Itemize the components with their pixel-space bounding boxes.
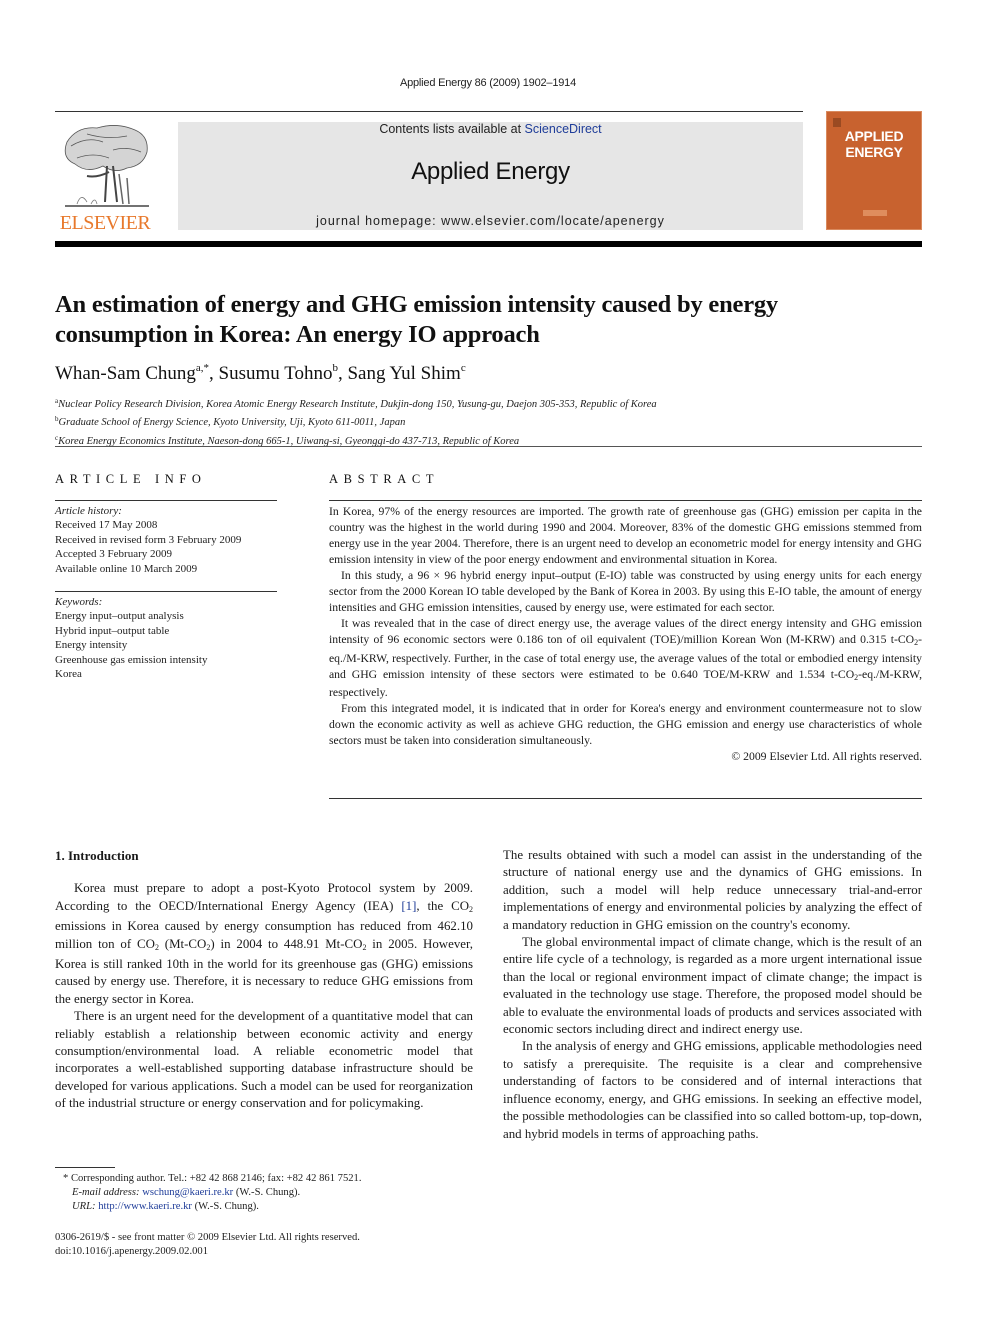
email-label: E-mail address: — [72, 1187, 143, 1199]
email-link[interactable]: wschung@kaeri.re.kr — [142, 1187, 233, 1198]
subscript: 2 — [469, 904, 474, 914]
author-name[interactable]: Sang Yul Shim — [347, 363, 460, 384]
body-paragraph: There is an urgent need for the developm… — [55, 1009, 473, 1111]
abstract-paragraph: From this integrated model, it is indica… — [329, 702, 922, 748]
author-name[interactable]: Whan-Sam Chung — [55, 363, 196, 384]
url-label: URL: — [72, 1201, 99, 1213]
article-title: An estimation of energy and GHG emission… — [55, 291, 778, 348]
email-suffix: (W.-S. Chung). — [233, 1187, 301, 1199]
article-info-divider — [55, 500, 277, 501]
cover-title-line1: APPLIED — [844, 128, 904, 144]
cover-elsevier-icon — [833, 118, 841, 127]
author-list: Whan-Sam Chunga,*, Susumu Tohnob, Sang Y… — [55, 362, 466, 385]
author-affil-mark[interactable]: a,* — [196, 362, 209, 374]
footnote-divider — [55, 1167, 115, 1168]
affiliation-divider — [55, 446, 922, 447]
text-run: (Mt-CO — [158, 936, 207, 951]
body-paragraph: In the analysis of energy and GHG emissi… — [503, 1039, 922, 1141]
history-item: Available online 10 March 2009 — [55, 562, 198, 575]
abstract-paragraph: In Korea, 97% of the energy resources ar… — [329, 505, 922, 566]
author-affil-mark[interactable]: c — [461, 362, 466, 374]
abstract-paragraph: It was revealed that in the case of dire… — [329, 616, 922, 702]
text-run: , the CO — [416, 898, 470, 913]
body-paragraph: Korea must prepare to adopt a post-Kyoto… — [55, 880, 473, 1008]
history-item: Accepted 3 February 2009 — [55, 548, 172, 561]
url-link[interactable]: http://www.kaeri.re.kr — [98, 1201, 192, 1212]
body-column-left: 1. Introduction Korea must prepare to ad… — [55, 847, 473, 1113]
body-paragraph: The results obtained with such a model c… — [503, 848, 922, 932]
journal-name: Applied Energy — [411, 158, 570, 185]
corresponding-author-note: * Corresponding author. Tel.: +82 42 868… — [63, 1173, 362, 1184]
keyword-item[interactable]: Energy input–output analysis — [55, 609, 207, 623]
history-item: Received in revised form 3 February 2009 — [55, 533, 242, 546]
journal-reference: Applied Energy 86 (2009) 1902–1914 — [399, 77, 577, 89]
abstract-copyright: © 2009 Elsevier Ltd. All rights reserved… — [731, 750, 922, 764]
author-name[interactable]: Susumu Tohno — [219, 363, 333, 384]
cover-title-line2: ENERGY — [845, 144, 903, 160]
keywords-label: Keywords: — [55, 596, 103, 608]
affiliation-text: Korea Energy Economics Institute, Naeson… — [58, 435, 520, 447]
text-run: ) in 2004 to 448.91 Mt-CO — [210, 936, 363, 951]
elsevier-tree-icon — [64, 125, 149, 207]
keywords-divider — [55, 591, 277, 592]
keyword-item[interactable]: Korea — [55, 667, 207, 681]
article-history-label: Article history: — [55, 505, 122, 517]
keyword-item[interactable]: Energy intensity — [55, 638, 207, 652]
url-note: URL: http://www.kaeri.re.kr (W.-S. Chung… — [55, 1200, 362, 1214]
contents-prefix: Contents lists available at — [379, 122, 525, 136]
keywords: Keywords: Energy input–output analysis H… — [55, 595, 207, 681]
masthead-divider — [55, 241, 922, 247]
affiliation-text: Graduate School of Energy Science, Kyoto… — [58, 417, 406, 429]
footnotes: * Corresponding author. Tel.: +82 42 868… — [55, 1172, 362, 1215]
body-paragraph: The global environmental impact of clima… — [503, 935, 922, 1037]
elsevier-logo[interactable]: ELSEVIER — [55, 122, 155, 234]
issn-line: 0306-2619/$ - see front matter © 2009 El… — [55, 1232, 360, 1243]
cover-title: APPLIED ENERGY — [827, 128, 921, 160]
history-item: Received 17 May 2008 — [55, 519, 158, 532]
abstract-heading: ABSTRACT — [329, 472, 440, 486]
affiliation: bGraduate School of Energy Science, Kyot… — [55, 412, 657, 430]
affiliation-text: Nuclear Policy Research Division, Korea … — [58, 399, 657, 410]
affiliations: aNuclear Policy Research Division, Korea… — [55, 394, 657, 449]
journal-cover[interactable]: APPLIED ENERGY — [826, 111, 922, 230]
affiliation: aNuclear Policy Research Division, Korea… — [55, 394, 657, 412]
cover-sciencedirect-icon — [863, 210, 887, 216]
text-run: It was revealed that in the case of dire… — [329, 616, 922, 646]
abstract-paragraph: In this study, a 96 × 96 hybrid energy i… — [329, 568, 922, 614]
header-rule — [55, 111, 803, 112]
citation-link[interactable]: [1] — [401, 899, 416, 913]
elsevier-wordmark: ELSEVIER — [59, 212, 151, 234]
body-column-right: The results obtained with such a model c… — [503, 847, 922, 1143]
front-matter: 0306-2619/$ - see front matter © 2009 El… — [55, 1231, 360, 1259]
email-note: E-mail address: wschung@kaeri.re.kr (W.-… — [55, 1186, 362, 1200]
author-separator: , — [209, 363, 219, 384]
article-history: Article history: Received 17 May 2008 Re… — [55, 504, 241, 576]
article-info-heading: ARTICLE INFO — [55, 472, 207, 486]
doi-link[interactable]: doi:10.1016/j.apenergy.2009.02.001 — [55, 1245, 360, 1259]
abstract-body: In Korea, 97% of the energy resources ar… — [329, 504, 922, 765]
keyword-item[interactable]: Hybrid input–output table — [55, 624, 207, 638]
url-suffix: (W.-S. Chung). — [191, 1201, 259, 1213]
abstract-top-divider — [329, 500, 922, 501]
abstract-bottom-divider — [329, 798, 922, 799]
section-heading: 1. Introduction — [55, 848, 139, 863]
journal-homepage-link[interactable]: journal homepage: www.elsevier.com/locat… — [178, 214, 803, 228]
journal-masthead: Contents lists available at ScienceDirec… — [178, 122, 803, 230]
contents-line: Contents lists available at ScienceDirec… — [178, 122, 803, 136]
sciencedirect-link[interactable]: ScienceDirect — [525, 122, 602, 136]
keyword-item[interactable]: Greenhouse gas emission intensity — [55, 653, 207, 667]
